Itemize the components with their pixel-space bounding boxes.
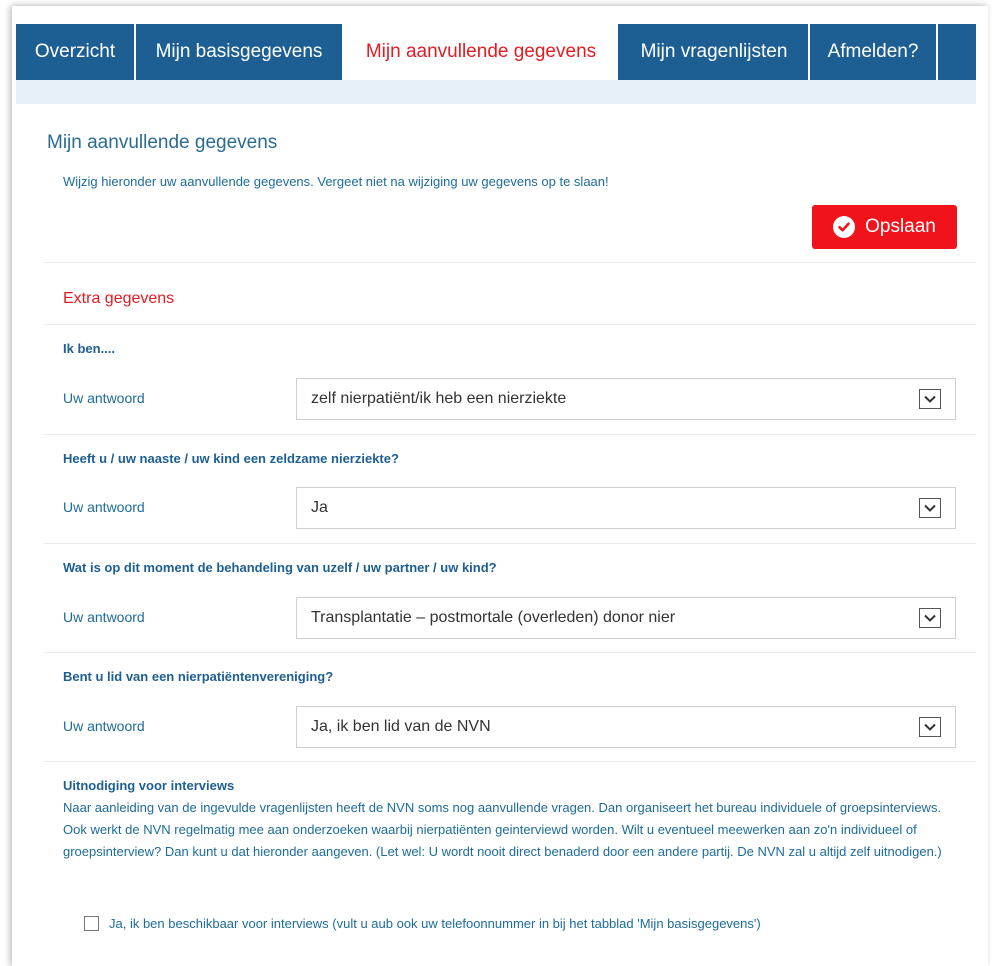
answer-label: Uw antwoord (63, 390, 145, 406)
sub-navigation-bar (16, 80, 976, 104)
divider (44, 262, 976, 263)
intro-text: Wijzig hieronder uw aanvullende gegevens… (63, 174, 609, 189)
chevron-down-icon[interactable] (919, 498, 941, 518)
answer-select-ik-ben[interactable]: zelf nierpatiënt/ik heb een nierziekte (296, 378, 956, 420)
save-button[interactable]: Opslaan (812, 205, 957, 249)
question-label: Wat is op dit moment de behandeling van … (63, 560, 497, 575)
divider (44, 652, 976, 653)
question-label: Bent u lid van een nierpatiëntenverenigi… (63, 669, 334, 684)
tab-extra[interactable] (938, 24, 976, 80)
select-value: Ja, ik ben lid van de NVN (311, 718, 491, 735)
answer-label: Uw antwoord (63, 499, 145, 515)
tab-mijn-vragenlijsten[interactable]: Mijn vragenlijsten (618, 24, 810, 80)
tab-mijn-basisgegevens[interactable]: Mijn basisgegevens (136, 24, 344, 80)
chevron-down-icon[interactable] (919, 717, 941, 737)
chevron-down-icon[interactable] (919, 389, 941, 409)
select-value: Ja (311, 499, 328, 516)
divider (44, 761, 976, 762)
answer-select-zeldzame-nierziekte[interactable]: Ja (296, 487, 956, 529)
interviews-text: Naar aanleiding van de ingevulde vragenl… (63, 800, 942, 859)
interviews-checkbox-row: Ja, ik ben beschikbaar voor interviews (… (84, 916, 761, 931)
question-label: Ik ben.... (63, 341, 116, 356)
answer-select-behandeling[interactable]: Transplantatie – postmortale (overleden)… (296, 597, 956, 639)
interviews-title: Uitnodiging voor interviews (63, 778, 235, 793)
section-title: Extra gegevens (63, 290, 175, 307)
tab-mijn-aanvullende-gegevens[interactable]: Mijn aanvullende gegevens (344, 24, 618, 80)
select-value: zelf nierpatiënt/ik heb een nierziekte (311, 390, 567, 407)
tab-bar: Overzicht Mijn basisgegevens Mijn aanvul… (16, 24, 976, 80)
save-button-label: Opslaan (865, 216, 936, 237)
divider (44, 434, 976, 435)
interviews-checkbox-label[interactable]: Ja, ik ben beschikbaar voor interviews (… (109, 916, 761, 931)
answer-select-vereniging[interactable]: Ja, ik ben lid van de NVN (296, 706, 956, 748)
tab-overzicht[interactable]: Overzicht (16, 24, 136, 80)
checkmark-circle-icon (833, 216, 856, 238)
interviews-checkbox[interactable] (84, 916, 99, 931)
divider (44, 543, 976, 544)
answer-label: Uw antwoord (63, 609, 145, 625)
answer-label: Uw antwoord (63, 718, 145, 734)
chevron-down-icon[interactable] (919, 608, 941, 628)
page-title: Mijn aanvullende gegevens (47, 132, 278, 153)
divider (44, 324, 976, 325)
question-label: Heeft u / uw naaste / uw kind een zeldza… (63, 451, 399, 466)
select-value: Transplantatie – postmortale (overleden)… (311, 609, 676, 626)
tab-afmelden[interactable]: Afmelden? (810, 24, 938, 80)
